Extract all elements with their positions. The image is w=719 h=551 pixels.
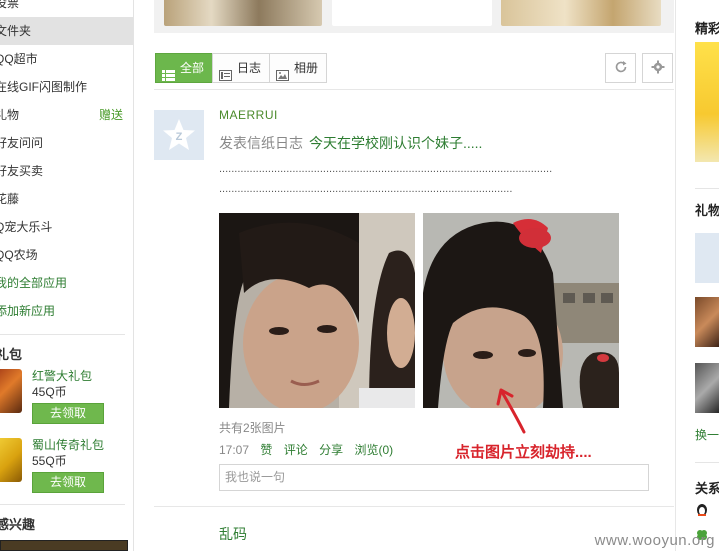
top-photo[interactable]	[501, 0, 661, 26]
gift-heading: 礼物	[695, 203, 719, 218]
post-title-link[interactable]: 今天在学校刚认识个妹子.....	[309, 135, 482, 151]
top-photo-strip	[154, 0, 674, 33]
tab-diary[interactable]: 日志	[212, 53, 271, 83]
tab-all[interactable]: 全部	[155, 53, 214, 83]
divider	[695, 462, 719, 463]
gift-pack-shushan: 蜀山传奇礼包 55Q币 去领取	[0, 436, 130, 496]
post-time: 17:07	[219, 443, 250, 457]
arrow-icon	[496, 388, 526, 434]
top-photo[interactable]	[332, 0, 492, 26]
sidebar-item-gifts[interactable]: 礼物赠送	[0, 101, 133, 129]
diary-icon	[219, 63, 233, 81]
avatar[interactable]	[695, 233, 719, 283]
post-excerpt-line: ........................................…	[219, 163, 553, 175]
sidebar-item-vine[interactable]: 花藤	[0, 185, 133, 213]
sidebar-item-add-app[interactable]: 添加新应用	[0, 297, 133, 325]
interest-thumbnail[interactable]	[0, 540, 128, 551]
post-excerpt-line: ........................................…	[219, 183, 513, 195]
settings-button[interactable]	[642, 53, 673, 83]
share-link[interactable]: 分享	[319, 443, 343, 457]
comment-input[interactable]: 我也说一句	[219, 464, 649, 491]
photo-count: 共有2张图片	[219, 421, 286, 435]
gift-title[interactable]: 蜀山传奇礼包	[32, 436, 104, 453]
claim-gift-button[interactable]: 去领取	[32, 403, 104, 424]
sidebar-item-friend-questions[interactable]: 好友问问	[0, 129, 133, 157]
right-sidebar: 精彩 礼物 换一 关系	[675, 0, 719, 551]
gear-icon	[651, 60, 665, 77]
avatar[interactable]: Z	[154, 110, 204, 160]
post-title: 发表信纸日志 今天在学校刚认识个妹子.....	[219, 133, 482, 153]
post-photo[interactable]	[219, 213, 415, 408]
hijack-annotation: 点击图片立刻劫持....	[455, 444, 592, 461]
tab-album[interactable]: 相册	[269, 53, 328, 83]
gift-pack-heading: 礼包	[0, 347, 23, 362]
sidebar-divider	[0, 504, 125, 505]
post-author[interactable]: MAERRUI	[219, 108, 278, 122]
divider	[154, 89, 674, 90]
gift-thumbnail[interactable]	[0, 369, 22, 413]
qq-penguin-icon	[695, 503, 719, 517]
sidebar-item-qq-supermarket[interactable]: QQ超市	[0, 45, 133, 73]
gift-price: 55Q币	[32, 454, 67, 468]
sidebar-item-folder[interactable]: 文件夹	[0, 17, 133, 45]
refresh-button[interactable]	[605, 53, 636, 83]
sidebar-item-tickets[interactable]: 役票	[0, 0, 133, 17]
interest-heading: 感兴趣	[0, 517, 36, 532]
photo-icon	[276, 63, 290, 81]
gift-thumbnail[interactable]	[0, 438, 22, 482]
main-feed: 全部 日志 相册 Z MAERRUI 发表信纸日志 今天在学校刚认识个妹子...…	[134, 0, 675, 551]
gift-pack-redalert: 红警大礼包 45Q币 去领取	[0, 367, 130, 427]
sidebar-item-gif-maker[interactable]: 在线GIF闪图制作	[0, 73, 133, 101]
comment-link[interactable]: 评论	[284, 443, 308, 457]
post-meta: 17:07 赞 评论 分享 浏览(0)	[219, 441, 401, 458]
claim-gift-button[interactable]: 去领取	[32, 472, 104, 493]
list-icon	[162, 63, 175, 81]
sidebar-item-qq-farm[interactable]: QQ农场	[0, 241, 133, 269]
sidebar-item-friend-trade[interactable]: 好友买卖	[0, 157, 133, 185]
svg-text:Z: Z	[176, 131, 183, 143]
sidebar-divider	[0, 334, 125, 335]
views-link[interactable]: 浏览(0)	[354, 443, 393, 457]
avatar[interactable]	[695, 297, 719, 347]
post-action: 发表信纸日志	[219, 135, 303, 151]
post-author[interactable]: 乱码	[219, 524, 247, 544]
avatar[interactable]	[695, 363, 719, 413]
change-batch-link[interactable]: 换一	[695, 426, 719, 443]
send-gift-link[interactable]: 赠送	[99, 101, 123, 129]
tab-diary-label: 日志	[237, 61, 262, 75]
gift-price: 45Q币	[32, 385, 67, 399]
refresh-icon	[614, 60, 628, 77]
divider	[154, 506, 674, 507]
featured-banner[interactable]	[695, 42, 719, 162]
sidebar-item-all-apps[interactable]: 我的全部应用	[0, 269, 133, 297]
left-sidebar: 役票 文件夹 QQ超市 在线GIF闪图制作 礼物赠送 好友问问 好友买卖 花藤 …	[0, 0, 134, 551]
divider	[695, 188, 719, 189]
tab-album-label: 相册	[294, 61, 319, 75]
star-icon: Z	[163, 119, 195, 150]
like-link[interactable]: 赞	[260, 443, 272, 457]
top-photo[interactable]	[164, 0, 322, 26]
feed-filter-tabs: 全部 日志 相册	[155, 53, 328, 83]
gift-title[interactable]: 红警大礼包	[32, 367, 92, 384]
post-photo[interactable]	[423, 213, 619, 408]
tab-all-label: 全部	[180, 61, 205, 75]
sidebar-item-qpet-fight[interactable]: Q宠大乐斗	[0, 213, 133, 241]
relations-heading: 关系	[695, 481, 719, 496]
featured-heading: 精彩	[695, 21, 719, 36]
watermark: www.wooyun.org	[594, 532, 715, 549]
